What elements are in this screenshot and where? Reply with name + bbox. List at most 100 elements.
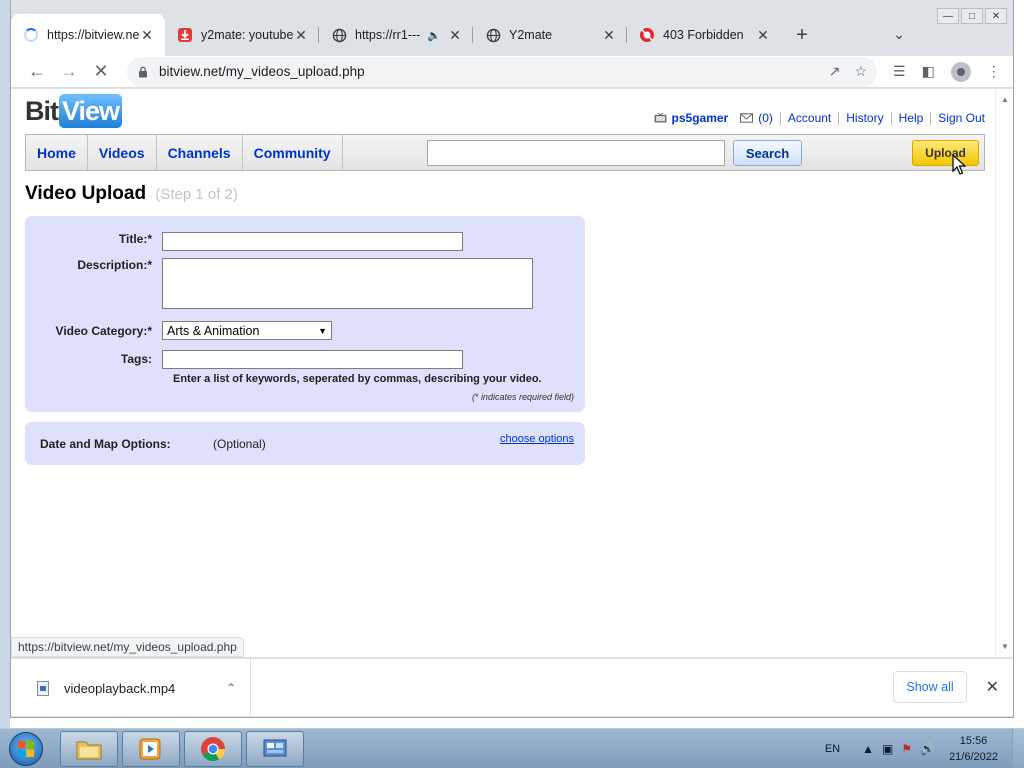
system-tray: EN ▲ ▣ ⚑ 🔊 15:56 21/6/2022 — [825, 729, 1024, 768]
chevron-up-icon[interactable]: ⌃ — [226, 681, 236, 695]
globe-icon — [331, 27, 347, 43]
address-url: bitview.net/my_videos_upload.php — [159, 64, 365, 79]
clock-time: 15:56 — [959, 735, 988, 747]
tab-close-icon[interactable]: ✕ — [139, 27, 155, 44]
tab-y2mate-youtube[interactable]: y2mate: youtube ✕ — [165, 14, 319, 56]
browser-toolbar: ← → ✕ bitview.net/my_videos_upload.php ↗… — [11, 56, 1013, 88]
opera-red-icon — [639, 27, 655, 43]
sign-out-link[interactable]: Sign Out — [938, 111, 985, 125]
history-link[interactable]: History — [846, 111, 883, 125]
globe-icon — [485, 27, 501, 43]
account-link[interactable]: Account — [788, 111, 831, 125]
category-row: Video Category:* Arts & Animation ▼ — [25, 321, 332, 340]
required-note: (* indicates required field) — [471, 392, 574, 402]
bookmark-star-icon[interactable]: ☆ — [854, 63, 867, 80]
site-nav: Home Videos Channels Community Search Up… — [25, 134, 985, 171]
title-input[interactable] — [162, 232, 463, 251]
start-button[interactable] — [4, 731, 48, 767]
lock-icon — [139, 66, 147, 77]
tab-title: https://rr1--- — [355, 28, 421, 42]
page-title-text: Video Upload — [25, 183, 147, 204]
site-search-input[interactable] — [427, 140, 725, 166]
control-panel-icon[interactable] — [246, 731, 304, 767]
desktop-edge — [0, 0, 10, 728]
media-player-icon[interactable] — [122, 731, 180, 767]
tab-y2mate[interactable]: Y2mate ✕ — [473, 14, 627, 56]
scroll-down-arrow-icon[interactable]: ▼ — [1001, 642, 1009, 651]
stop-loading-icon[interactable]: ✕ — [85, 58, 117, 86]
nav-channels[interactable]: Channels — [157, 135, 243, 170]
bitview-logo[interactable]: Bit View — [25, 94, 123, 128]
description-textarea[interactable] — [162, 258, 533, 309]
tab-close-icon[interactable]: ✕ — [755, 27, 771, 44]
volume-icon[interactable]: 🔊 — [920, 742, 935, 756]
tab-title: Y2mate — [509, 28, 553, 42]
title-label: Title:* — [118, 232, 152, 246]
tray-overflow-icon[interactable]: ▲ — [862, 742, 874, 756]
show-desktop-button[interactable] — [1012, 729, 1024, 768]
tab-title: y2mate: youtube — [201, 28, 293, 42]
date-map-options: Date and Map Options: (Optional) choose … — [25, 422, 585, 465]
nav-videos[interactable]: Videos — [88, 135, 157, 170]
speaker-icon[interactable]: 🔈 — [427, 29, 441, 42]
download-shelf: videoplayback.mp4 ⌃ Show all ✕ — [11, 658, 1013, 717]
chrome-taskbar-icon[interactable] — [184, 731, 242, 767]
tab-close-icon[interactable]: ✕ — [447, 27, 463, 44]
profile-avatar-icon[interactable] — [950, 61, 971, 82]
loading-spinner-icon — [23, 27, 39, 43]
close-shelf-icon[interactable]: ✕ — [986, 677, 999, 697]
tab-bitview[interactable]: https://bitview.ne ✕ — [11, 14, 165, 56]
download-filename: videoplayback.mp4 — [64, 680, 176, 696]
status-url-bubble: https://bitview.net/my_videos_upload.php — [11, 637, 244, 657]
menu-kebab-icon[interactable]: ⋮ — [987, 63, 1001, 80]
category-select[interactable]: Arts & Animation ▼ — [162, 321, 332, 340]
file-explorer-icon[interactable] — [60, 731, 118, 767]
tab-close-icon[interactable]: ✕ — [601, 27, 617, 44]
side-panel-icon[interactable]: ◧ — [922, 63, 935, 80]
share-icon[interactable]: ↗ — [829, 63, 841, 80]
description-label: Description:* — [77, 258, 152, 272]
tab-403-forbidden[interactable]: 403 Forbidden ✕ — [627, 14, 781, 56]
description-row: Description:* — [25, 258, 533, 309]
download-item[interactable]: videoplayback.mp4 ⌃ — [11, 659, 251, 717]
options-label: Date and Map Options: — [40, 437, 171, 451]
search-button[interactable]: Search — [733, 140, 802, 166]
tab-close-icon[interactable]: ✕ — [293, 27, 309, 44]
inbox-count[interactable]: (0) — [758, 111, 773, 125]
username-link[interactable]: ps5gamer — [672, 111, 729, 125]
choose-options-link[interactable]: choose options — [500, 433, 574, 445]
y2mate-download-icon — [177, 27, 193, 43]
tags-label: Tags: — [120, 352, 152, 366]
scroll-up-arrow-icon[interactable]: ▲ — [1001, 95, 1009, 104]
back-arrow-icon[interactable]: ← — [21, 58, 53, 86]
nav-community[interactable]: Community — [243, 135, 343, 170]
nav-home[interactable]: Home — [26, 135, 88, 170]
logo-view: View — [59, 94, 123, 128]
clock-date: 21/6/2022 — [949, 751, 998, 763]
network-icon[interactable]: ▣ — [882, 742, 893, 756]
tags-row: Tags: — [25, 350, 463, 369]
media-controls-icon[interactable]: ☰ — [893, 63, 906, 80]
language-indicator[interactable]: EN — [825, 743, 840, 755]
new-tab-plus-icon[interactable]: + — [787, 14, 817, 56]
page-viewport: Bit View ps5gamer (0) Account History He… — [11, 89, 995, 657]
forward-arrow-icon[interactable]: → — [53, 58, 85, 86]
tab-strip: https://bitview.ne ✕ y2mate: youtube ✕ h… — [11, 14, 1013, 56]
address-bar[interactable]: bitview.net/my_videos_upload.php ↗ ☆ — [127, 56, 877, 87]
help-link[interactable]: Help — [899, 111, 924, 125]
title-row: Title:* — [25, 232, 463, 251]
tags-input[interactable] — [162, 350, 463, 369]
upload-form: Title:* Description:* Video Category:* A… — [25, 216, 585, 412]
upload-button[interactable]: Upload — [912, 140, 979, 166]
dropdown-arrow-icon: ▼ — [318, 325, 327, 336]
show-all-button[interactable]: Show all — [893, 671, 967, 703]
tab-search-chevron-icon[interactable]: ⌄ — [893, 26, 905, 43]
tv-icon — [654, 113, 666, 123]
envelope-icon[interactable] — [740, 113, 754, 123]
vertical-scrollbar[interactable]: ▲ ▼ — [995, 89, 1013, 657]
tab-rr1[interactable]: https://rr1--- 🔈 ✕ — [319, 14, 473, 56]
action-center-flag-icon[interactable]: ⚑ — [901, 742, 912, 756]
logo-bit: Bit — [25, 95, 59, 126]
clock[interactable]: 15:56 21/6/2022 — [949, 733, 998, 765]
options-optional: (Optional) — [213, 437, 266, 451]
